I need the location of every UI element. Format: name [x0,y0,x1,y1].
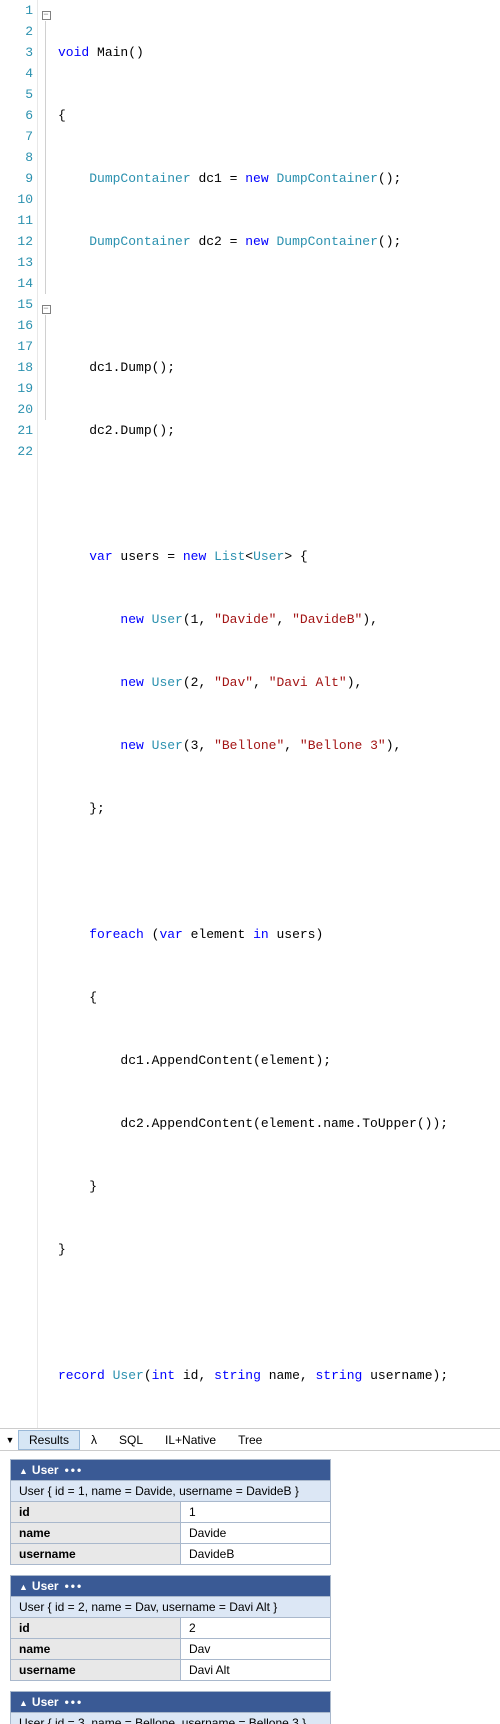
line-number: 12 [0,231,33,252]
property-name: name [11,1639,181,1660]
line-number: 3 [0,42,33,63]
code-line: new User(2, "Dav", "Davi Alt"), [58,672,500,693]
dump-summary: User { id = 2, name = Dav, username = Da… [11,1597,331,1618]
code-line: DumpContainer dc1 = new DumpContainer(); [58,168,500,189]
line-number: 19 [0,378,33,399]
property-name: username [11,1660,181,1681]
tab-tree[interactable]: Tree [227,1430,273,1450]
line-number: 2 [0,21,33,42]
line-number: 11 [0,210,33,231]
code-line: var users = new List<User> { [58,546,500,567]
code-line: } [58,1176,500,1197]
property-name: id [11,1502,181,1523]
dump-header[interactable]: ▲User••• [11,1576,331,1597]
code-line: dc2.AppendContent(element.name.ToUpper()… [58,1113,500,1134]
property-name: username [11,1544,181,1565]
property-value: 1 [181,1502,331,1523]
dump-summary: User { id = 3, name = Bellone, username … [11,1713,331,1724]
property-value: Dav [181,1639,331,1660]
table-row: nameDav [11,1639,331,1660]
line-number: 22 [0,441,33,462]
line-number: 15 [0,294,33,315]
code-line: DumpContainer dc2 = new DumpContainer(); [58,231,500,252]
more-menu-icon[interactable]: ••• [65,1579,84,1593]
more-menu-icon[interactable]: ••• [65,1463,84,1477]
code-line: } [58,1239,500,1260]
code-line: new User(3, "Bellone", "Bellone 3"), [58,735,500,756]
line-number: 4 [0,63,33,84]
collapse-triangle-icon[interactable]: ▲ [19,1466,28,1476]
line-number-gutter: 1 2 3 4 5 6 7 8 9 10 11 12 13 14 15 16 1… [0,0,38,1428]
dump-user-3: ▲User••• User { id = 3, name = Bellone, … [10,1691,331,1724]
line-number: 14 [0,273,33,294]
tab-il-native[interactable]: IL+Native [154,1430,227,1450]
line-number: 9 [0,168,33,189]
line-number: 16 [0,315,33,336]
tab-results[interactable]: Results [18,1430,80,1450]
code-line: { [58,987,500,1008]
dump-user-2: ▲User••• User { id = 2, name = Dav, user… [10,1575,331,1681]
results-panel: ▲User••• User { id = 1, name = Davide, u… [0,1451,500,1724]
collapse-triangle-icon[interactable]: ▲ [19,1698,28,1708]
tab-lambda[interactable]: λ [80,1430,108,1450]
code-line: dc1.AppendContent(element); [58,1050,500,1071]
code-line: dc2.Dump(); [58,420,500,441]
dump-user-1: ▲User••• User { id = 1, name = Davide, u… [10,1459,331,1565]
fold-collapse-icon[interactable]: − [42,11,51,20]
line-number: 10 [0,189,33,210]
results-tabs: ▼ Results λ SQL IL+Native Tree [0,1429,500,1451]
code-line [58,861,500,882]
property-value: Davi Alt [181,1660,331,1681]
line-number: 20 [0,399,33,420]
line-number: 21 [0,420,33,441]
line-number: 13 [0,252,33,273]
tab-sql[interactable]: SQL [108,1430,154,1450]
code-line: new User(1, "Davide", "DavideB"), [58,609,500,630]
property-name: id [11,1618,181,1639]
fold-gutter: − − [38,0,54,1428]
line-number: 8 [0,147,33,168]
code-line [58,483,500,504]
line-number: 6 [0,105,33,126]
property-value: DavideB [181,1544,331,1565]
code-line: { [58,105,500,126]
property-value: 2 [181,1618,331,1639]
line-number: 5 [0,84,33,105]
table-row: id2 [11,1618,331,1639]
code-area[interactable]: void Main() { DumpContainer dc1 = new Du… [54,0,500,1428]
code-line: void Main() [58,42,500,63]
code-line [58,1302,500,1323]
table-row: id1 [11,1502,331,1523]
line-number: 1 [0,0,33,21]
dropdown-icon[interactable]: ▼ [2,1432,18,1448]
more-menu-icon[interactable]: ••• [65,1695,84,1709]
code-editor[interactable]: 1 2 3 4 5 6 7 8 9 10 11 12 13 14 15 16 1… [0,0,500,1429]
table-row: nameDavide [11,1523,331,1544]
property-name: name [11,1523,181,1544]
dump-header[interactable]: ▲User••• [11,1460,331,1481]
collapse-triangle-icon[interactable]: ▲ [19,1582,28,1592]
line-number: 17 [0,336,33,357]
table-row: usernameDavideB [11,1544,331,1565]
line-number: 7 [0,126,33,147]
line-number: 18 [0,357,33,378]
table-row: usernameDavi Alt [11,1660,331,1681]
code-line [58,294,500,315]
dump-header[interactable]: ▲User••• [11,1692,331,1713]
fold-collapse-icon[interactable]: − [42,305,51,314]
code-line: record User(int id, string name, string … [58,1365,500,1386]
dump-summary: User { id = 1, name = Davide, username =… [11,1481,331,1502]
code-line: foreach (var element in users) [58,924,500,945]
code-line: }; [58,798,500,819]
property-value: Davide [181,1523,331,1544]
code-line: dc1.Dump(); [58,357,500,378]
